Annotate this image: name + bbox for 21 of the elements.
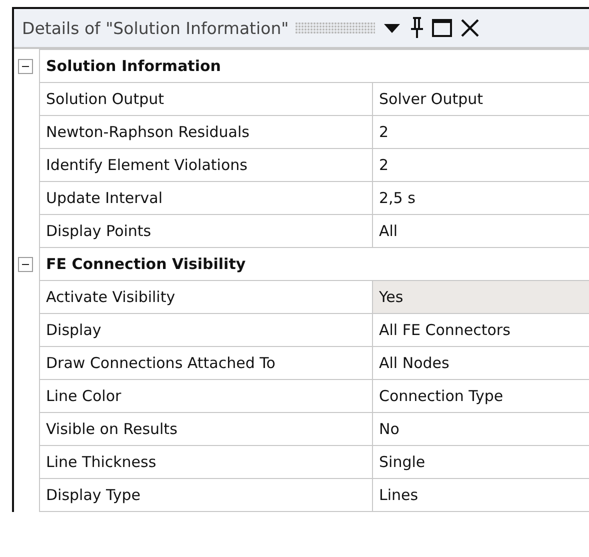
maximize-icon[interactable]: [430, 17, 453, 39]
collapse-toggle[interactable]: [18, 256, 33, 272]
panel-title: Details of "Solution Information": [22, 18, 289, 38]
drag-grip-icon[interactable]: [294, 22, 375, 34]
group-header: Solution Information: [40, 50, 589, 82]
property-name: Solution Output: [40, 82, 372, 116]
pin-icon[interactable]: [408, 16, 425, 40]
property-name: Newton-Raphson Residuals: [40, 116, 372, 148]
property-name: Line Color: [40, 380, 372, 412]
property-name: Identify Element Violations: [40, 148, 372, 182]
collapse-toggle[interactable]: [18, 58, 33, 74]
property-name: Visible on Results: [40, 412, 372, 446]
close-icon[interactable]: [458, 17, 481, 39]
property-name: Update Interval: [40, 182, 372, 214]
property-name: Display Points: [40, 214, 372, 248]
property-name: Display Type: [40, 478, 372, 512]
property-value[interactable]: Yes: [372, 280, 589, 314]
property-name: Draw Connections Attached To: [40, 346, 372, 380]
property-name: Activate Visibility: [40, 280, 372, 314]
property-name: Line Thickness: [40, 446, 372, 478]
property-name: Display: [40, 314, 372, 346]
